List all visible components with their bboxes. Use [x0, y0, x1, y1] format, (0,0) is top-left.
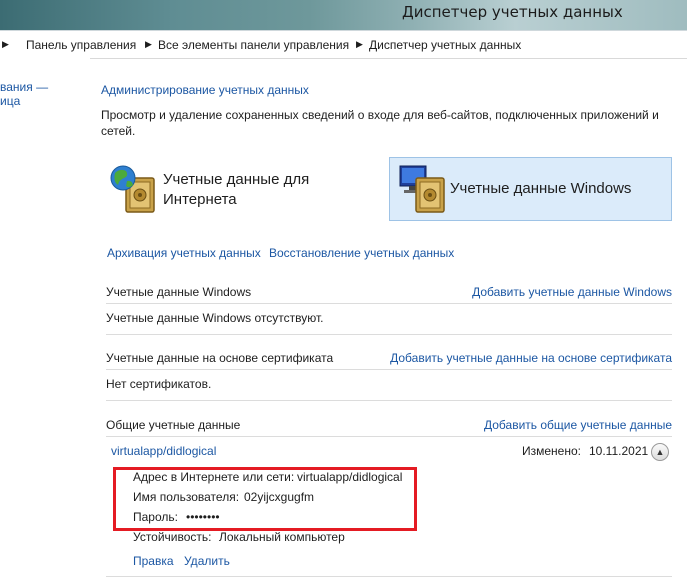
collapse-chevron-icon[interactable]: ▲ — [651, 443, 669, 461]
credential-entry-name[interactable]: virtualapp/didlogical — [111, 444, 216, 458]
web-credentials-icon — [110, 165, 155, 213]
title-bar: Диспетчер учетных данных — [0, 0, 687, 30]
section-header-certificate: Учетные данные на основе сертификата — [106, 351, 334, 365]
tile-web-credentials[interactable]: Учетные данные для Интернета — [106, 158, 356, 220]
chevron-right-icon[interactable]: ▶ — [2, 39, 9, 50]
divider — [106, 303, 672, 304]
section-header-generic: Общие учетные данные — [106, 418, 241, 432]
tile-windows-credentials[interactable]: Учетные данные Windows — [389, 157, 672, 221]
divider — [106, 369, 672, 370]
restore-link[interactable]: Восстановление учетных данных — [269, 246, 454, 260]
add-generic-credential-link[interactable]: Добавить общие учетные данные — [484, 418, 672, 432]
divider — [106, 436, 672, 437]
tile-web-label-2: Интернета — [163, 191, 237, 208]
left-pane: вания — ица — [0, 58, 90, 578]
divider — [106, 334, 672, 335]
section-header-windows: Учетные данные Windows — [106, 285, 252, 299]
admin-link[interactable]: Администрирование учетных данных — [101, 83, 309, 97]
edit-link[interactable]: Правка — [133, 554, 174, 568]
windows-empty-text: Учетные данные Windows отсутствуют. — [106, 311, 324, 325]
add-windows-credential-link[interactable]: Добавить учетные данные Windows — [472, 285, 672, 299]
divider — [106, 576, 672, 577]
sidebar-link[interactable]: ица — [0, 94, 20, 108]
windows-credentials-icon — [399, 165, 445, 213]
breadcrumb-all-items[interactable]: Все элементы панели управления — [158, 38, 349, 52]
breadcrumb-credential-manager[interactable]: Диспетчер учетных данных — [369, 38, 521, 52]
certificate-empty-text: Нет сертификатов. — [106, 377, 212, 391]
tile-windows-label: Учетные данные Windows — [450, 180, 632, 197]
backup-link[interactable]: Архивация учетных данных — [107, 246, 261, 260]
add-certificate-credential-link[interactable]: Добавить учетные данные на основе сертиф… — [390, 351, 672, 365]
breadcrumb-control-panel[interactable]: Панель управления — [26, 38, 136, 52]
sidebar-link[interactable]: вания — — [0, 80, 48, 94]
delete-link[interactable]: Удалить — [184, 554, 230, 568]
window-title: Диспетчер учетных данных — [402, 3, 623, 21]
divider — [106, 400, 672, 401]
highlight-box — [113, 467, 417, 531]
description-cont: сетей. — [101, 124, 136, 138]
modified-date: 10.11.2021 — [589, 444, 649, 458]
address-bar[interactable]: ▶ Панель управления ▶ Все элементы панел… — [0, 30, 687, 59]
persistence-value: Локальный компьютер — [219, 530, 345, 544]
tile-web-label-1: Учетные данные для — [163, 171, 310, 188]
chevron-right-icon[interactable]: ▶ — [356, 39, 363, 50]
description: Просмотр и удаление сохраненных сведений… — [101, 108, 659, 122]
chevron-right-icon[interactable]: ▶ — [145, 39, 152, 50]
modified-label: Изменено: — [522, 444, 581, 458]
persistence-label: Устойчивость: — [133, 530, 212, 544]
